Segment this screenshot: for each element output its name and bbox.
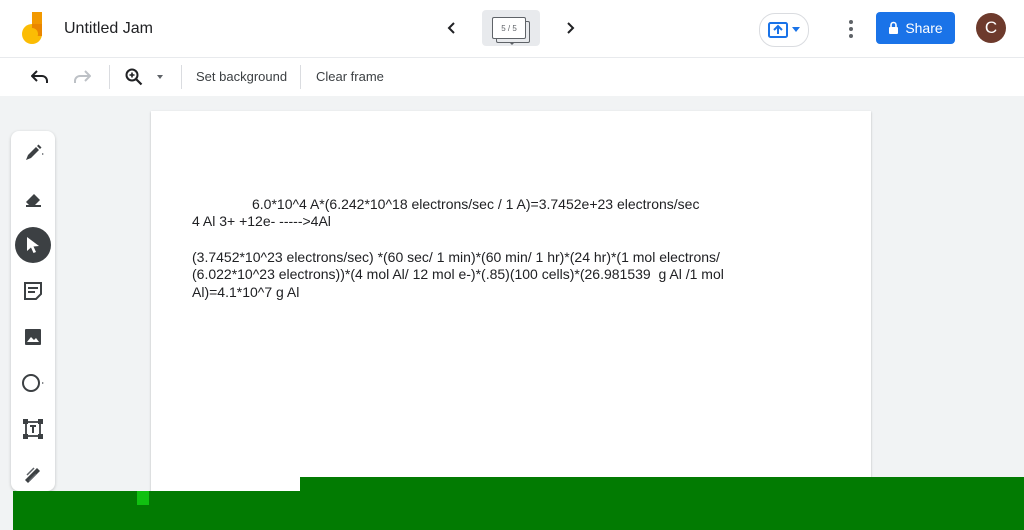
frame-bar-toggle[interactable]: 5 / 5 xyxy=(482,10,540,46)
laser-pointer-icon xyxy=(25,467,40,483)
canvas-text-line[interactable]: (3.7452*10^23 electrons/sec) *(60 sec/ 1… xyxy=(192,249,720,265)
account-avatar[interactable]: C xyxy=(976,13,1006,43)
text-box-icon xyxy=(23,419,43,439)
share-button[interactable]: Share xyxy=(876,12,955,44)
circle-shape-icon xyxy=(22,374,44,392)
shape-tool[interactable] xyxy=(15,365,51,401)
present-button[interactable] xyxy=(759,13,809,47)
dropdown-arrow-icon xyxy=(792,27,800,32)
zoom-button[interactable] xyxy=(122,65,146,89)
toolbar-divider xyxy=(300,65,301,89)
pen-tool[interactable] xyxy=(15,135,51,171)
next-frame-button[interactable] xyxy=(558,16,582,40)
text-box-tool[interactable] xyxy=(15,411,51,447)
share-label: Share xyxy=(905,20,943,36)
editing-toolbar: Set background Clear frame xyxy=(0,57,1024,96)
redo-icon xyxy=(74,70,91,83)
more-options-icon[interactable] xyxy=(843,17,859,41)
caret-down-icon xyxy=(157,75,163,79)
jamboard-logo-icon[interactable] xyxy=(20,12,46,46)
pen-icon xyxy=(26,144,44,160)
app-header: Untitled Jam 5 / 5 Share C xyxy=(0,0,1024,57)
document-title[interactable]: Untitled Jam xyxy=(64,20,153,38)
previous-frame-button[interactable] xyxy=(440,16,464,40)
green-marker xyxy=(137,491,149,505)
tool-palette xyxy=(11,131,55,491)
sticky-note-tool[interactable] xyxy=(15,273,51,309)
jam-canvas[interactable]: 6.0*10^4 A*(6.242*10^18 electrons/sec / … xyxy=(151,111,871,491)
toolbar-divider xyxy=(109,65,110,89)
present-to-screen-icon xyxy=(768,22,788,38)
redo-button[interactable] xyxy=(70,65,94,89)
eraser-tool[interactable] xyxy=(15,181,51,217)
select-tool[interactable] xyxy=(15,227,51,263)
add-image-tool[interactable] xyxy=(15,319,51,355)
undo-icon xyxy=(31,70,48,83)
canvas-text-line[interactable]: (6.022*10^23 electrons))*(4 mol Al/ 12 m… xyxy=(192,266,724,282)
laser-tool[interactable] xyxy=(15,457,51,493)
canvas-text-line[interactable]: 6.0*10^4 A*(6.242*10^18 electrons/sec / … xyxy=(252,196,699,212)
chevron-left-icon xyxy=(447,22,455,34)
cursor-arrow-icon xyxy=(27,237,39,253)
eraser-icon xyxy=(26,194,41,207)
sticky-note-icon xyxy=(24,282,42,300)
set-background-button[interactable]: Set background xyxy=(196,69,287,84)
canvas-text-line[interactable]: 4 Al 3+ +12e- ----->4Al xyxy=(192,213,331,229)
frame-indicator: 5 / 5 xyxy=(492,17,526,39)
toolbar-divider xyxy=(181,65,182,89)
zoom-in-icon xyxy=(125,68,143,86)
lock-icon xyxy=(889,21,899,34)
green-overlay xyxy=(13,491,1024,530)
image-icon xyxy=(25,329,41,345)
clear-frame-button[interactable]: Clear frame xyxy=(316,69,384,84)
canvas-text-line[interactable]: Al)=4.1*10^7 g Al xyxy=(192,284,299,300)
caret-down-icon xyxy=(509,42,515,45)
undo-button[interactable] xyxy=(28,65,52,89)
chevron-right-icon xyxy=(567,22,575,34)
zoom-dropdown[interactable] xyxy=(150,65,170,89)
